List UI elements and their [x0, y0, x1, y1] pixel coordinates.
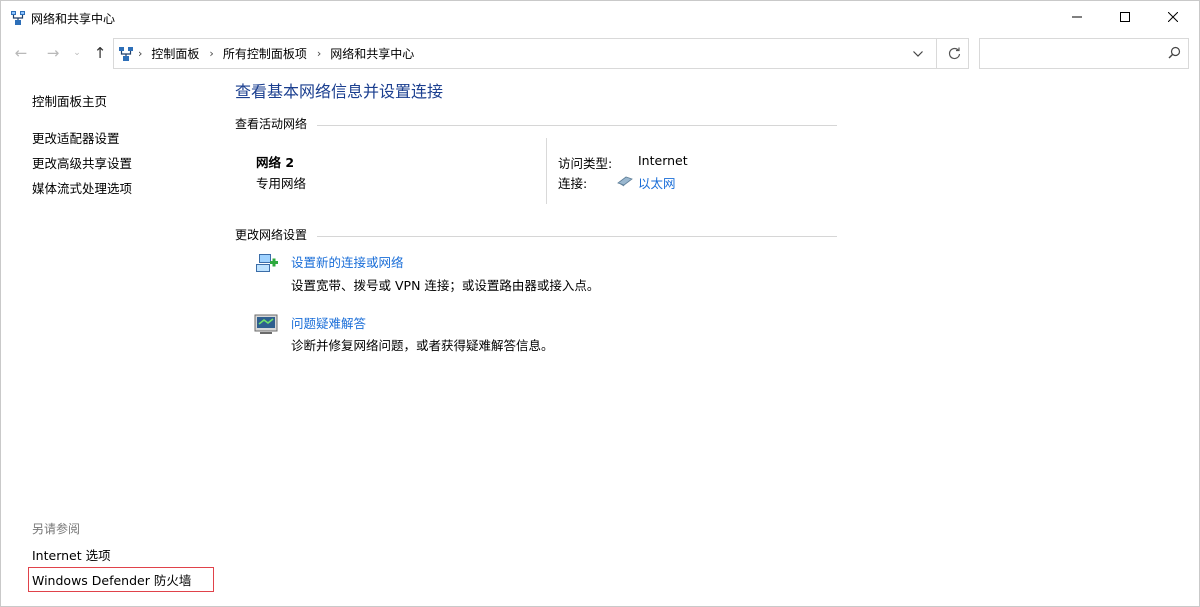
breadcrumb-chevron-icon[interactable]: › [209, 47, 213, 60]
ethernet-icon [617, 176, 633, 187]
refresh-icon [948, 47, 960, 60]
chevron-down-icon: ⌄ [73, 48, 81, 58]
title-bar: 网络和共享中心 [1, 1, 1199, 33]
breadcrumb-all-items[interactable]: 所有控制面板项 [223, 45, 307, 62]
change-settings-heading: 更改网络设置 [235, 228, 308, 242]
breadcrumb: › 控制面板 › 所有控制面板项 › 网络和共享中心 [138, 39, 414, 68]
change-settings-divider [317, 236, 837, 237]
network-type: 专用网络 [256, 176, 307, 191]
address-history-button[interactable] [907, 39, 929, 68]
page-title: 查看基本网络信息并设置连接 [235, 82, 444, 101]
close-icon [1168, 12, 1178, 22]
sidebar-item-media-streaming[interactable]: 媒体流式处理选项 [32, 178, 132, 197]
firewall-highlight-box [28, 567, 214, 592]
troubleshoot-icon [254, 314, 278, 334]
forward-button[interactable]: → [44, 43, 62, 63]
new-connection-icon [256, 254, 278, 272]
up-button[interactable]: ↑ [91, 43, 109, 63]
address-divider [936, 39, 937, 68]
see-also-heading: 另请参阅 [32, 522, 81, 536]
access-type-label: 访问类型: [558, 156, 613, 171]
breadcrumb-network-center[interactable]: 网络和共享中心 [330, 45, 414, 62]
search-box[interactable] [979, 38, 1189, 69]
sidebar-item-adapter-settings[interactable]: 更改适配器设置 [32, 128, 120, 147]
troubleshoot-desc: 诊断并修复网络问题，或者获得疑难解答信息。 [291, 338, 554, 353]
network-name: 网络 2 [256, 155, 295, 170]
arrow-right-icon: → [46, 44, 60, 62]
search-icon[interactable] [1168, 46, 1181, 59]
network-info-divider [546, 138, 547, 204]
chevron-down-icon [913, 50, 923, 57]
window-title: 网络和共享中心 [31, 12, 116, 26]
recent-locations-button[interactable]: ⌄ [71, 43, 83, 63]
network-sharing-center-window: 网络和共享中心 ← → ⌄ ↑ › 控制面板 › 所有控制面板项 › 网络和共享… [0, 0, 1200, 607]
search-input[interactable] [986, 45, 1156, 63]
maximize-icon [1120, 12, 1130, 22]
left-pane: 控制面板主页 更改适配器设置 更改高级共享设置 媒体流式处理选项 另请参阅 In… [1, 71, 221, 607]
sidebar-item-control-panel-home[interactable]: 控制面板主页 [32, 91, 107, 110]
setup-new-connection-link[interactable]: 设置新的连接或网络 [291, 252, 404, 271]
close-button[interactable] [1150, 1, 1196, 33]
maximize-button[interactable] [1102, 1, 1148, 33]
back-button[interactable]: ← [12, 43, 30, 63]
see-also-internet-options[interactable]: Internet 选项 [32, 545, 111, 564]
breadcrumb-control-panel[interactable]: 控制面板 [151, 45, 199, 62]
ethernet-connection-link[interactable]: 以太网 [638, 173, 676, 192]
minimize-icon [1072, 16, 1082, 18]
refresh-button[interactable] [940, 39, 968, 68]
breadcrumb-chevron-icon[interactable]: › [138, 47, 142, 60]
arrow-left-icon: ← [14, 44, 28, 62]
network-app-icon [10, 10, 26, 26]
address-bar[interactable]: › 控制面板 › 所有控制面板项 › 网络和共享中心 [113, 38, 969, 69]
connection-label: 连接: [558, 176, 588, 191]
minimize-button[interactable] [1054, 1, 1100, 33]
network-location-icon [118, 46, 134, 62]
troubleshoot-link[interactable]: 问题疑难解答 [291, 313, 366, 332]
active-networks-divider [317, 125, 837, 126]
breadcrumb-chevron-icon[interactable]: › [317, 47, 321, 60]
sidebar-item-advanced-sharing[interactable]: 更改高级共享设置 [32, 153, 132, 172]
arrow-up-icon: ↑ [93, 44, 107, 62]
active-networks-heading: 查看活动网络 [235, 117, 308, 131]
access-type-value: Internet [638, 153, 688, 168]
setup-new-connection-desc: 设置宽带、拨号或 VPN 连接；或设置路由器或接入点。 [291, 278, 600, 293]
